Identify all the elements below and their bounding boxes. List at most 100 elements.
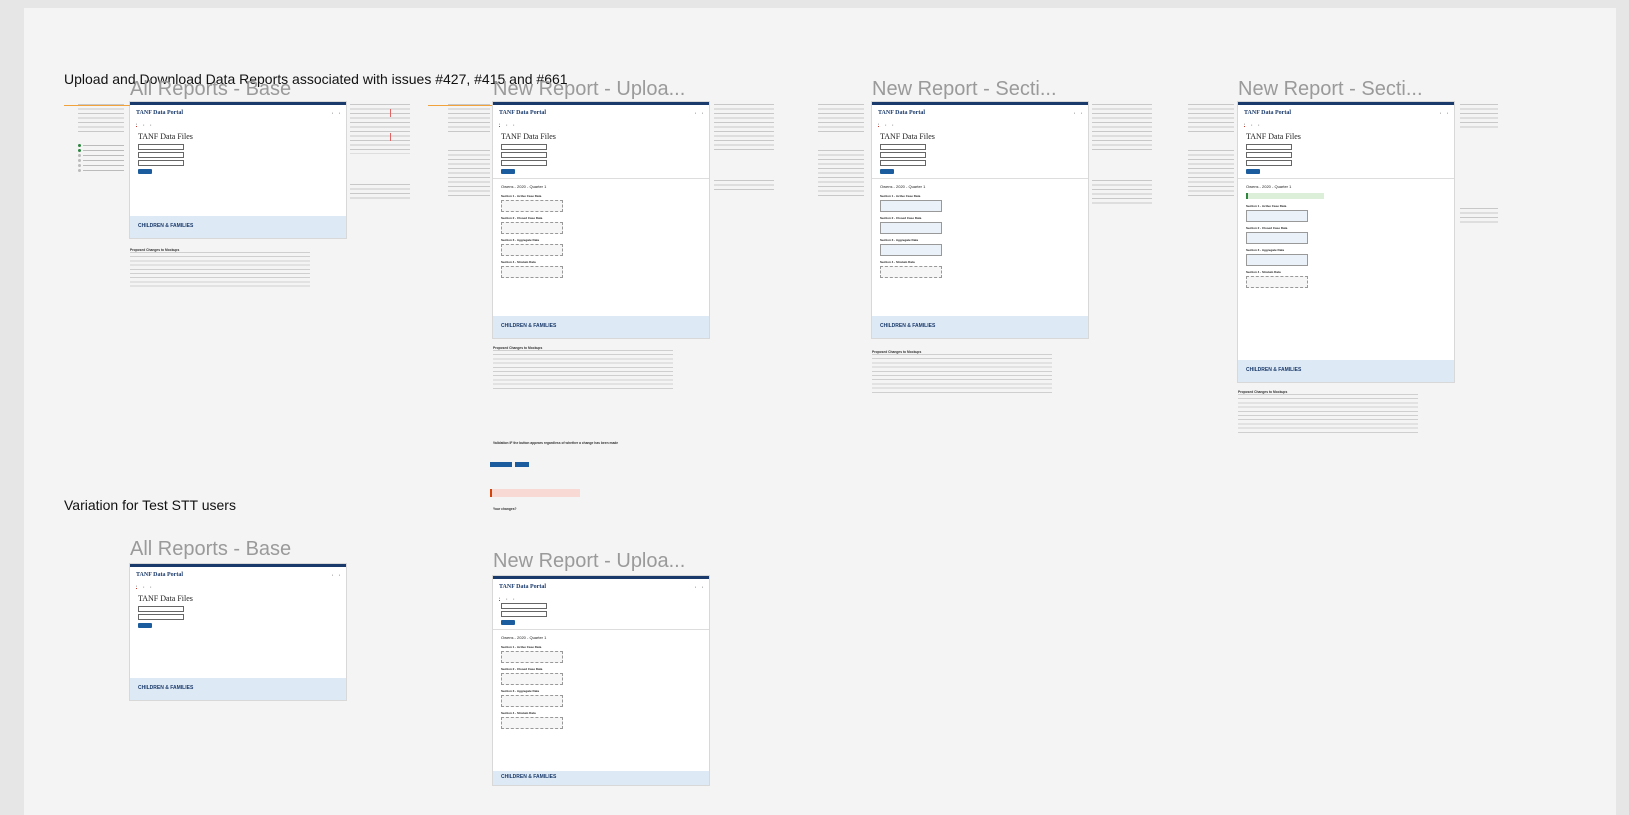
section-label-1: Section 1 - Active Case Data	[880, 194, 921, 198]
section-label-4: Section 4 - Stratum Data	[1246, 270, 1281, 274]
side-notes-frame-2	[448, 104, 490, 196]
file-drop-4[interactable]	[1246, 276, 1308, 288]
frame-new-report-section-b[interactable]: TANF Data Portal ▪ ▪ ▪ ▪ ▪ TANF Data Files O…	[1238, 102, 1454, 382]
file-drop-4[interactable]	[501, 266, 563, 278]
file-drop-3[interactable]	[501, 244, 563, 256]
file-drop-3[interactable]	[501, 695, 563, 707]
portal-title: TANF Data Portal	[499, 584, 546, 590]
variation-section-title: Variation for Test STT users	[64, 497, 236, 513]
annotation-line	[428, 105, 492, 106]
design-canvas: Upload and Download Data Reports associa…	[24, 8, 1616, 815]
file-drop-2[interactable]	[501, 222, 563, 234]
side-notes-frame-4	[1188, 104, 1234, 196]
section-label-3: Section 3 - Aggregate Data	[1246, 248, 1285, 252]
portal-title: TANF Data Portal	[136, 572, 183, 578]
portal-title: TANF Data Portal	[878, 110, 925, 116]
select-year[interactable]	[501, 152, 547, 158]
select-quarter[interactable]	[501, 611, 547, 617]
page-heading: TANF Data Files	[138, 594, 193, 603]
select-quarter[interactable]	[138, 614, 184, 620]
file-drop-1[interactable]	[501, 200, 563, 212]
footer-brand: CHILDREN & FAMILIES	[493, 316, 709, 338]
file-drop-1[interactable]	[1246, 210, 1308, 222]
search-button[interactable]	[501, 169, 515, 174]
search-button[interactable]	[880, 169, 894, 174]
variation-frame-all-reports[interactable]: TANF Data Portal ▪ ▪ ▪ ▪ ▪ TANF Data Files C…	[130, 564, 346, 700]
select-quarter[interactable]	[1246, 160, 1292, 166]
file-drop-2[interactable]	[1246, 232, 1308, 244]
frame-new-report-upload[interactable]: TANF Data Portal ▪ ▪ ▪ ▪ ▪ TANF Data Files O…	[493, 102, 709, 338]
select-stt[interactable]	[138, 144, 184, 150]
success-alert	[1246, 193, 1324, 199]
proposed-changes-2: Proposed Changes to Mockups	[493, 346, 673, 391]
side-notes-frame-2-right	[714, 104, 774, 190]
section-label-2: Section 2 - Closed Case Data	[501, 667, 543, 671]
section-label-3: Section 3 - Aggregate Data	[501, 238, 540, 242]
side-notes-frame-4-right	[1460, 104, 1498, 226]
select-stt[interactable]	[501, 144, 547, 150]
frame-title-1: All Reports - Base	[130, 78, 292, 100]
search-button[interactable]	[1246, 169, 1260, 174]
portal-title: TANF Data Portal	[499, 110, 546, 116]
file-drop-1[interactable]	[501, 651, 563, 663]
footer-brand: CHILDREN & FAMILIES	[130, 678, 346, 700]
page-heading: TANF Data Files	[880, 132, 935, 141]
validation-note-text: Validation IF the button appears regardl…	[493, 441, 619, 445]
annotation-line	[64, 105, 130, 106]
page-heading: TANF Data Files	[1246, 132, 1301, 141]
section-label-1: Section 1 - Active Case Data	[501, 194, 542, 198]
select-year[interactable]	[501, 603, 547, 609]
frame-new-report-section-a[interactable]: TANF Data Portal ▪ ▪ ▪ ▪ ▪ TANF Data Files O…	[872, 102, 1088, 338]
submit-button[interactable]	[490, 462, 512, 467]
section-label-1: Section 1 - Active Case Data	[1246, 204, 1287, 208]
select-year[interactable]	[1246, 152, 1292, 158]
section-label-3: Section 3 - Aggregate Data	[501, 689, 540, 693]
validation-buttons	[490, 454, 532, 472]
variation-frame-title-1: All Reports - Base	[130, 538, 292, 560]
search-button[interactable]	[501, 620, 515, 625]
select-stt[interactable]	[1246, 144, 1292, 150]
select-quarter[interactable]	[880, 160, 926, 166]
select-quarter[interactable]	[501, 160, 547, 166]
frame-title-2: New Report - Uploa...	[493, 78, 686, 100]
file-drop-4[interactable]	[880, 266, 942, 278]
validation-note: Validation IF the button appears regardl…	[493, 441, 693, 445]
error-alert	[490, 489, 580, 497]
frame-title-3: New Report - Secti...	[872, 78, 1057, 100]
file-drop-2[interactable]	[501, 673, 563, 685]
select-year[interactable]	[138, 152, 184, 158]
frame-title-4: New Report - Secti...	[1238, 78, 1423, 100]
file-drop-4[interactable]	[501, 717, 563, 729]
footer-brand: CHILDREN & FAMILIES	[872, 316, 1088, 338]
select-stt[interactable]	[880, 144, 926, 150]
variation-frame-new-report[interactable]: TANF Data Portal ▪ ▪ ▪ ▪ ▪ Owens - 2020 - Qu…	[493, 576, 709, 785]
footer-brand: CHILDREN & FAMILIES	[1238, 360, 1454, 382]
section-label-2: Section 2 - Closed Case Data	[880, 216, 922, 220]
search-button[interactable]	[138, 169, 152, 174]
section-label-3: Section 3 - Aggregate Data	[880, 238, 919, 242]
file-drop-3[interactable]	[1246, 254, 1308, 266]
footer-brand: CHILDREN & FAMILIES	[493, 771, 709, 785]
proposed-changes-4: Proposed Changes to Mockups	[1238, 390, 1418, 435]
file-drop-1[interactable]	[880, 200, 942, 212]
select-quarter[interactable]	[138, 160, 184, 166]
section-label-4: Section 4 - Stratum Data	[880, 260, 915, 264]
section-label-1: Section 1 - Active Case Data	[501, 645, 542, 649]
report-heading: Owens - 2020 - Quarter 1	[1238, 178, 1454, 191]
portal-title: TANF Data Portal	[1244, 110, 1291, 116]
side-notes-frame-1	[78, 104, 124, 174]
side-notes-frame-3-right	[1092, 104, 1152, 206]
red-annotation-tag	[390, 133, 402, 141]
cancel-button[interactable]	[515, 462, 529, 467]
report-heading: Owens - 2020 - Quarter 1	[872, 178, 1088, 191]
search-button[interactable]	[138, 623, 152, 628]
file-drop-2[interactable]	[880, 222, 942, 234]
select-year[interactable]	[138, 606, 184, 612]
file-drop-3[interactable]	[880, 244, 942, 256]
footer-brand: CHILDREN & FAMILIES	[130, 216, 346, 238]
report-heading: Owens - 2020 - Quarter 1	[493, 178, 709, 191]
frame-all-reports-base[interactable]: TANF Data Portal ▪ ▪ ▪ ▪ ▪ TANF Data Files C…	[130, 102, 346, 238]
proposed-changes-3: Proposed Changes to Mockups	[872, 350, 1052, 395]
select-year[interactable]	[880, 152, 926, 158]
section-label-2: Section 2 - Closed Case Data	[501, 216, 543, 220]
